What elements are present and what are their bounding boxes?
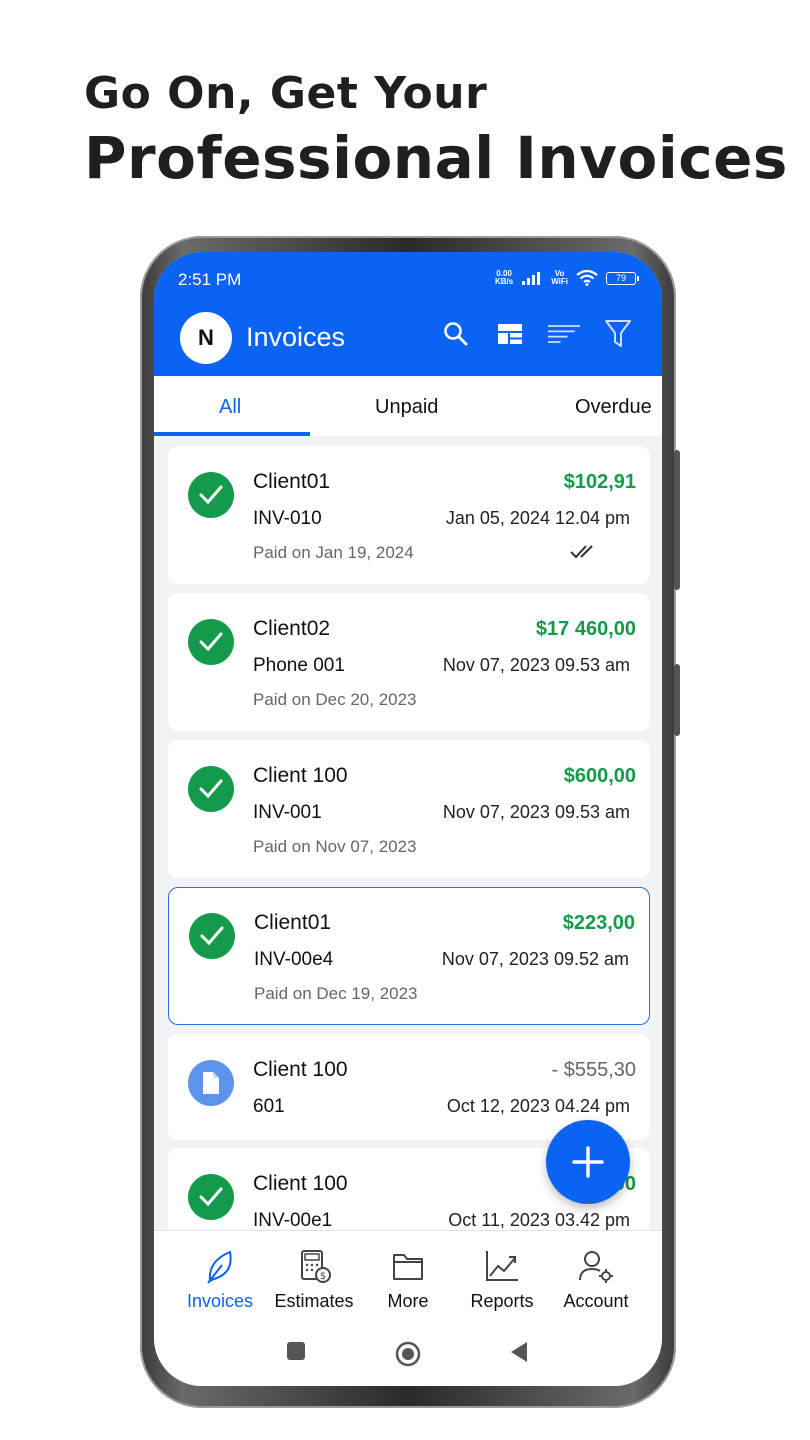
back-triangle-icon xyxy=(511,1342,527,1362)
nav-label: Estimates xyxy=(274,1291,354,1311)
user-gear-icon xyxy=(579,1251,613,1283)
network-speed: 0.00 KB/s xyxy=(495,270,513,286)
nav-more[interactable]: More xyxy=(358,1249,458,1312)
leaf-icon xyxy=(207,1250,232,1284)
wifi-icon xyxy=(576,270,598,286)
invoice-number: INV-001 xyxy=(253,802,322,823)
volume-button xyxy=(674,450,680,590)
invoice-card[interactable]: Client01 $102,91 INV-010 Jan 05, 2024 12… xyxy=(168,446,650,584)
headline-line2: Professional Invoices xyxy=(84,124,788,192)
tab-all[interactable]: All xyxy=(219,396,241,419)
invoice-date: Nov 07, 2023 09.52 am xyxy=(441,949,629,969)
client-name: Client 100 xyxy=(253,1058,348,1081)
headline-line1: Go On, Get Your xyxy=(84,68,488,119)
recents-button[interactable] xyxy=(286,1341,306,1366)
phone-frame: 2:51 PM 0.00 KB/s Vo WiFi 79 N Invoices … xyxy=(140,236,680,1408)
app-bar: 2:51 PM 0.00 KB/s Vo WiFi 79 N Invoices xyxy=(154,252,662,376)
home-circle-icon xyxy=(395,1341,421,1367)
nav-label: Invoices xyxy=(186,1291,254,1311)
tab-overdue[interactable]: Overdue xyxy=(575,396,652,419)
power-button xyxy=(674,664,680,736)
double-check-icon xyxy=(570,545,593,559)
bottom-nav: Invoices $ Estimates More Reports Accoun… xyxy=(154,1230,662,1386)
search-icon xyxy=(444,322,468,346)
phone-screen: 2:51 PM 0.00 KB/s Vo WiFi 79 N Invoices … xyxy=(154,252,662,1386)
sort-icon xyxy=(548,325,580,343)
invoice-card-selected[interactable]: Client01 $223,00 INV-00e4 Nov 07, 2023 0… xyxy=(168,887,650,1025)
client-name: Client 100 xyxy=(253,764,348,787)
invoice-list[interactable]: Client01 $102,91 INV-010 Jan 05, 2024 12… xyxy=(154,436,662,1230)
invoice-amount: - $555,30 xyxy=(551,1059,636,1081)
invoice-date: Jan 05, 2024 12.04 pm xyxy=(445,508,630,528)
invoice-amount: $102,91 xyxy=(563,471,636,493)
invoice-card[interactable]: Client 100 $600,00 INV-001 Nov 07, 2023 … xyxy=(168,740,650,878)
headline: Go On, Get Your Professional Invoices xyxy=(84,66,788,192)
system-nav-bar xyxy=(154,1341,662,1371)
sort-button[interactable] xyxy=(548,318,580,350)
page-title: Invoices xyxy=(246,322,346,352)
invoice-amount: $600,00 xyxy=(563,765,636,787)
invoice-number: Phone 001 xyxy=(253,655,345,676)
nav-label: Account xyxy=(563,1291,629,1311)
client-name: Client02 xyxy=(253,617,331,640)
add-invoice-button[interactable] xyxy=(546,1120,630,1204)
paid-check-icon xyxy=(188,766,234,812)
paid-check-icon xyxy=(189,913,235,959)
signal-icon xyxy=(522,272,541,285)
paid-on: Paid on Nov 07, 2023 xyxy=(253,837,417,856)
invoice-number: INV-00e1 xyxy=(253,1210,333,1230)
client-name: Client 100 xyxy=(253,1172,348,1195)
layout-button[interactable] xyxy=(494,318,526,350)
nav-label: More xyxy=(387,1291,429,1311)
invoice-card[interactable]: Client02 $17 460,00 Phone 001 Nov 07, 20… xyxy=(168,593,650,731)
dashboard-layout-icon xyxy=(498,324,522,344)
invoice-number: INV-010 xyxy=(253,508,322,529)
folder-icon xyxy=(393,1254,423,1280)
tab-bar: All Unpaid Overdue xyxy=(154,376,662,436)
nav-invoices[interactable]: Invoices xyxy=(170,1249,270,1312)
search-button[interactable] xyxy=(440,318,472,350)
paid-on: Paid on Dec 19, 2023 xyxy=(254,984,418,1003)
filter-icon xyxy=(605,320,631,347)
back-button[interactable] xyxy=(510,1341,528,1368)
tab-unpaid[interactable]: Unpaid xyxy=(375,396,438,419)
paid-check-icon xyxy=(188,619,234,665)
avatar[interactable]: N xyxy=(180,312,232,364)
square-icon xyxy=(287,1342,305,1360)
nav-account[interactable]: Account xyxy=(546,1249,646,1312)
nav-estimates[interactable]: $ Estimates xyxy=(264,1249,364,1312)
invoice-date: Oct 11, 2023 03.42 pm xyxy=(448,1210,630,1230)
paid-on: Paid on Jan 19, 2024 xyxy=(253,543,414,562)
svg-text:$: $ xyxy=(320,1271,326,1282)
calculator-icon: $ xyxy=(301,1250,331,1283)
home-button[interactable] xyxy=(395,1341,421,1372)
client-name: Client01 xyxy=(254,911,332,934)
paid-on: Paid on Dec 20, 2023 xyxy=(253,690,417,709)
invoice-amount: $17 460,00 xyxy=(535,618,636,640)
chart-icon xyxy=(486,1251,518,1281)
client-name: Client01 xyxy=(253,470,331,493)
app-bar-actions xyxy=(440,318,634,350)
vowifi-wifi: WiFi xyxy=(551,277,568,286)
status-icons: 0.00 KB/s Vo WiFi 79 xyxy=(495,270,639,286)
invoice-date: Nov 07, 2023 09.53 am xyxy=(442,802,630,822)
invoice-date: Nov 07, 2023 09.53 am xyxy=(442,655,630,675)
invoice-amount: $223,00 xyxy=(562,912,635,934)
vowifi-label: Vo WiFi xyxy=(551,270,568,286)
nav-reports[interactable]: Reports xyxy=(452,1249,552,1312)
battery-icon: 79 xyxy=(606,271,639,285)
invoice-number: 601 xyxy=(253,1096,285,1117)
plus-icon xyxy=(572,1146,604,1178)
status-time: 2:51 PM xyxy=(178,270,242,289)
invoice-number: INV-00e4 xyxy=(254,949,334,970)
paid-check-icon xyxy=(188,472,234,518)
document-icon xyxy=(188,1060,234,1106)
nav-label: Reports xyxy=(470,1291,534,1311)
filter-button[interactable] xyxy=(602,318,634,350)
invoice-date: Oct 12, 2023 04.24 pm xyxy=(446,1096,630,1116)
paid-check-icon xyxy=(188,1174,234,1220)
network-speed-unit: KB/s xyxy=(494,277,514,286)
